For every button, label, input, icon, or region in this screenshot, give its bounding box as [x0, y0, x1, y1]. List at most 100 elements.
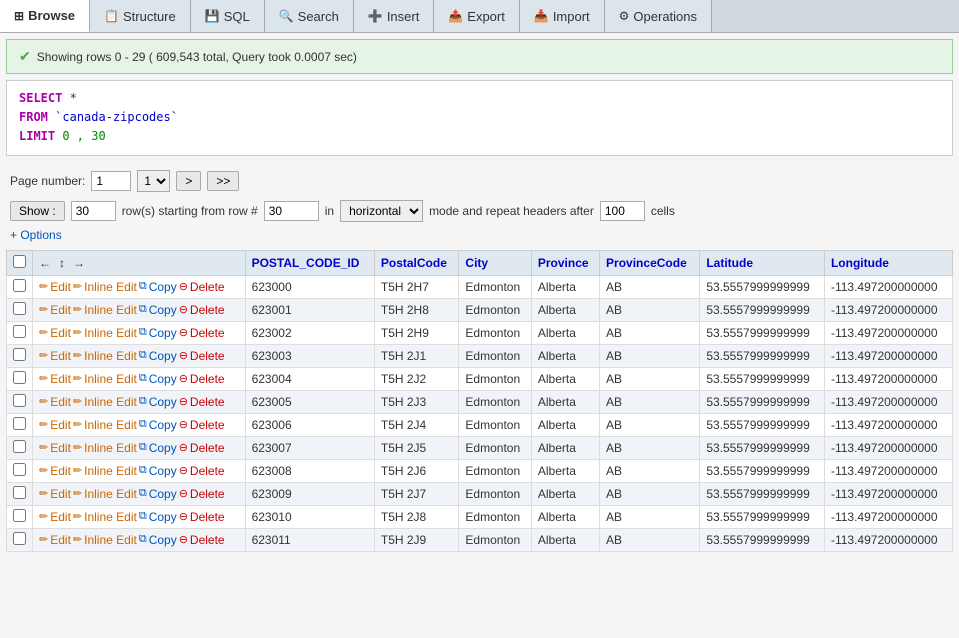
tab-browse[interactable]: ⊞Browse [0, 0, 90, 32]
select-all-checkbox[interactable] [13, 255, 26, 268]
row-checkbox[interactable] [13, 509, 26, 522]
row-checkbox[interactable] [13, 486, 26, 499]
inline-edit-pencil-icon: ✏ [73, 464, 82, 477]
row-checkbox[interactable] [13, 348, 26, 361]
tab-structure[interactable]: 📋Structure [90, 0, 191, 32]
tab-import-label: Import [553, 9, 590, 24]
row-checkbox[interactable] [13, 325, 26, 338]
row-checkbox[interactable] [13, 394, 26, 407]
sql-table-name: `canada-zipcodes` [55, 110, 178, 124]
rows-input[interactable] [71, 201, 116, 221]
inline-edit-button[interactable]: Inline Edit [84, 372, 137, 386]
row-checkbox[interactable] [13, 371, 26, 384]
sort-up-button[interactable]: ↕ [59, 256, 65, 270]
start-row-input[interactable] [264, 201, 319, 221]
edit-button[interactable]: Edit [50, 464, 71, 478]
row-checkbox[interactable] [13, 417, 26, 430]
copy-button[interactable]: Copy [149, 372, 177, 386]
tab-sql[interactable]: 💾SQL [191, 0, 265, 32]
delete-button[interactable]: Delete [190, 533, 225, 547]
tab-insert[interactable]: ➕Insert [354, 0, 434, 32]
tab-search[interactable]: 🔍Search [265, 0, 354, 32]
cell-longitude: -113.497200000000 [824, 459, 952, 482]
delete-button[interactable]: Delete [190, 418, 225, 432]
copy-button[interactable]: Copy [149, 464, 177, 478]
inline-edit-button[interactable]: Inline Edit [84, 418, 137, 432]
copy-button[interactable]: Copy [149, 303, 177, 317]
edit-button[interactable]: Edit [50, 533, 71, 547]
edit-button[interactable]: Edit [50, 372, 71, 386]
page-number-label: Page number: [10, 174, 85, 188]
next-page-button[interactable]: > [176, 171, 201, 191]
inline-edit-button[interactable]: Inline Edit [84, 280, 137, 294]
copy-button[interactable]: Copy [149, 418, 177, 432]
copy-button[interactable]: Copy [149, 326, 177, 340]
options-link[interactable]: + Options [10, 228, 949, 242]
copy-icon: ⧉ [139, 418, 147, 431]
copy-icon: ⧉ [139, 533, 147, 546]
copy-button[interactable]: Copy [149, 510, 177, 524]
last-page-button[interactable]: >> [207, 171, 239, 191]
delete-button[interactable]: Delete [190, 464, 225, 478]
row-actions-cell: ✏ Edit ✏ Inline Edit ⧉ Copy ⊖ Delete [33, 367, 246, 390]
inline-edit-button[interactable]: Inline Edit [84, 510, 137, 524]
edit-button[interactable]: Edit [50, 510, 71, 524]
tab-export[interactable]: 📤Export [434, 0, 520, 32]
inline-edit-button[interactable]: Inline Edit [84, 395, 137, 409]
edit-button[interactable]: Edit [50, 303, 71, 317]
delete-button[interactable]: Delete [190, 349, 225, 363]
row-checkbox[interactable] [13, 440, 26, 453]
copy-button[interactable]: Copy [149, 395, 177, 409]
copy-button[interactable]: Copy [149, 533, 177, 547]
row-checkbox[interactable] [13, 279, 26, 292]
col-header-latitude[interactable]: Latitude [700, 250, 825, 275]
page-number-input[interactable] [91, 171, 131, 191]
orientation-select[interactable]: horizontal vertical [340, 200, 423, 222]
show-button[interactable]: Show : [10, 201, 65, 221]
edit-button[interactable]: Edit [50, 280, 71, 294]
inline-edit-button[interactable]: Inline Edit [84, 487, 137, 501]
tab-operations[interactable]: ⚙Operations [605, 0, 712, 32]
cell-latitude: 53.5557999999999 [700, 390, 825, 413]
edit-button[interactable]: Edit [50, 487, 71, 501]
headers-input[interactable] [600, 201, 645, 221]
copy-button[interactable]: Copy [149, 280, 177, 294]
page-number-select[interactable]: 1 [137, 170, 170, 192]
tab-import[interactable]: 📥Import [520, 0, 605, 32]
delete-button[interactable]: Delete [190, 441, 225, 455]
delete-button[interactable]: Delete [190, 395, 225, 409]
inline-edit-button[interactable]: Inline Edit [84, 303, 137, 317]
col-header-city[interactable]: City [459, 250, 531, 275]
delete-button[interactable]: Delete [190, 510, 225, 524]
col-header-longitude[interactable]: Longitude [824, 250, 952, 275]
inline-edit-button[interactable]: Inline Edit [84, 349, 137, 363]
edit-button[interactable]: Edit [50, 441, 71, 455]
cell-city: Edmonton [459, 367, 531, 390]
copy-icon: ⧉ [139, 441, 147, 454]
delete-button[interactable]: Delete [190, 326, 225, 340]
delete-button[interactable]: Delete [190, 372, 225, 386]
row-checkbox[interactable] [13, 532, 26, 545]
edit-button[interactable]: Edit [50, 418, 71, 432]
delete-button[interactable]: Delete [190, 280, 225, 294]
row-checkbox[interactable] [13, 302, 26, 315]
inline-edit-button[interactable]: Inline Edit [84, 326, 137, 340]
row-checkbox[interactable] [13, 463, 26, 476]
delete-button[interactable]: Delete [190, 487, 225, 501]
col-header-province-code[interactable]: ProvinceCode [600, 250, 700, 275]
edit-button[interactable]: Edit [50, 326, 71, 340]
col-header-postal-code-id[interactable]: POSTAL_CODE_ID [245, 250, 374, 275]
copy-button[interactable]: Copy [149, 349, 177, 363]
sort-left-button[interactable]: ← [39, 256, 51, 270]
sort-right-button[interactable]: → [73, 256, 85, 270]
inline-edit-button[interactable]: Inline Edit [84, 464, 137, 478]
inline-edit-button[interactable]: Inline Edit [84, 533, 137, 547]
copy-button[interactable]: Copy [149, 487, 177, 501]
edit-button[interactable]: Edit [50, 349, 71, 363]
col-header-province[interactable]: Province [531, 250, 599, 275]
copy-button[interactable]: Copy [149, 441, 177, 455]
edit-button[interactable]: Edit [50, 395, 71, 409]
inline-edit-button[interactable]: Inline Edit [84, 441, 137, 455]
col-header-postal-code[interactable]: PostalCode [374, 250, 459, 275]
delete-button[interactable]: Delete [190, 303, 225, 317]
